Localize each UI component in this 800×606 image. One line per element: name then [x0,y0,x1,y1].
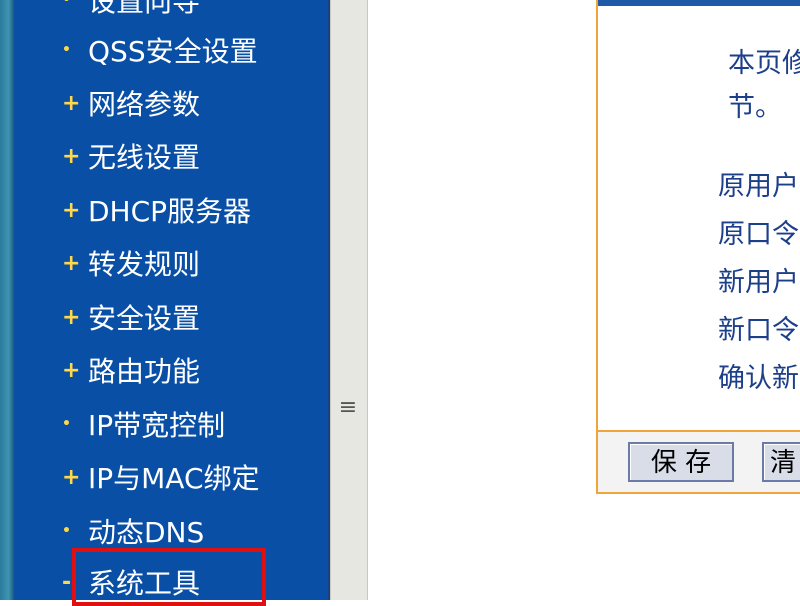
expand-plus-icon: + [62,304,81,330]
sidebar-item-forwarding[interactable]: + 转发规则 [62,241,200,285]
new-password-label: 新口令 [718,315,799,346]
sidebar-item-security[interactable]: + 安全设置 [62,295,200,339]
sidebar-item-wireless[interactable]: + 无线设置 [62,134,200,178]
window-edge-strip [0,0,14,600]
clear-button[interactable]: 清 [762,442,800,482]
sidebar-item-routing[interactable]: + 路由功能 [62,348,200,392]
sidebar-item-ddns[interactable]: • 动态DNS [62,509,204,553]
sidebar-item-label: 安全设置 [88,302,201,335]
sidebar-item-label: QSS安全设置 [88,35,258,68]
frame-splitter[interactable]: ≡ [330,0,368,600]
expand-plus-icon: + [62,143,81,169]
expand-plus-icon: + [62,464,81,490]
sidebar-item-label: 网络参数 [88,88,201,121]
old-username-label: 原用户 [718,171,799,202]
sidebar-item-ip-mac-binding[interactable]: + IP与MAC绑定 [62,455,260,499]
drag-grip-icon[interactable]: ≡ [337,395,359,421]
sidebar-item-label: DHCP服务器 [88,195,252,228]
expand-plus-icon: + [62,90,81,116]
sidebar-item-label: IP与MAC绑定 [88,462,260,495]
sidebar-item-network[interactable]: + 网络参数 [62,81,200,125]
sidebar-item-ip-bandwidth[interactable]: • IP带宽控制 [62,402,225,446]
button-bar: 保 存 清 [598,430,800,492]
bullet-dot-icon: • [62,42,71,58]
confirm-password-label: 确认新 [718,363,799,394]
expand-plus-icon: + [62,197,81,223]
sidebar-item-label: IP带宽控制 [88,409,226,442]
new-username-label: 新用户 [718,267,799,298]
expand-plus-icon: + [62,357,81,383]
bullet-dot-icon: • [62,416,71,432]
sidebar-item-label: 设置向导 [88,0,201,18]
page-description: 本页修 节。 [728,42,800,130]
old-password-label: 原口令 [718,219,799,250]
content-panel: 本页修 节。 原用户 原口令 新用户 新口令 确认新 保 存 清 [596,0,800,494]
description-line: 节。 [728,92,782,123]
bullet-dot-icon: • [62,523,71,539]
description-line: 本页修 [728,48,800,79]
sidebar-item-label: 路由功能 [88,355,201,388]
sidebar-item-label: 无线设置 [88,141,201,174]
panel-top-bar [598,0,800,6]
expand-plus-icon: + [62,250,81,276]
sidebar-item-qss[interactable]: • QSS安全设置 [62,28,258,72]
sidebar-item-label: 动态DNS [88,516,205,549]
bullet-dot-icon: • [62,0,71,8]
sidebar-menu: • 设置向导 • QSS安全设置 + 网络参数 + 无线设置 + DHCP服务器… [14,0,330,606]
sidebar-item-setup-wizard[interactable]: • 设置向导 [62,0,200,22]
highlight-box [72,548,266,606]
sidebar-item-dhcp[interactable]: + DHCP服务器 [62,188,251,232]
sidebar-item-label: 转发规则 [88,248,201,281]
save-button[interactable]: 保 存 [628,442,734,482]
